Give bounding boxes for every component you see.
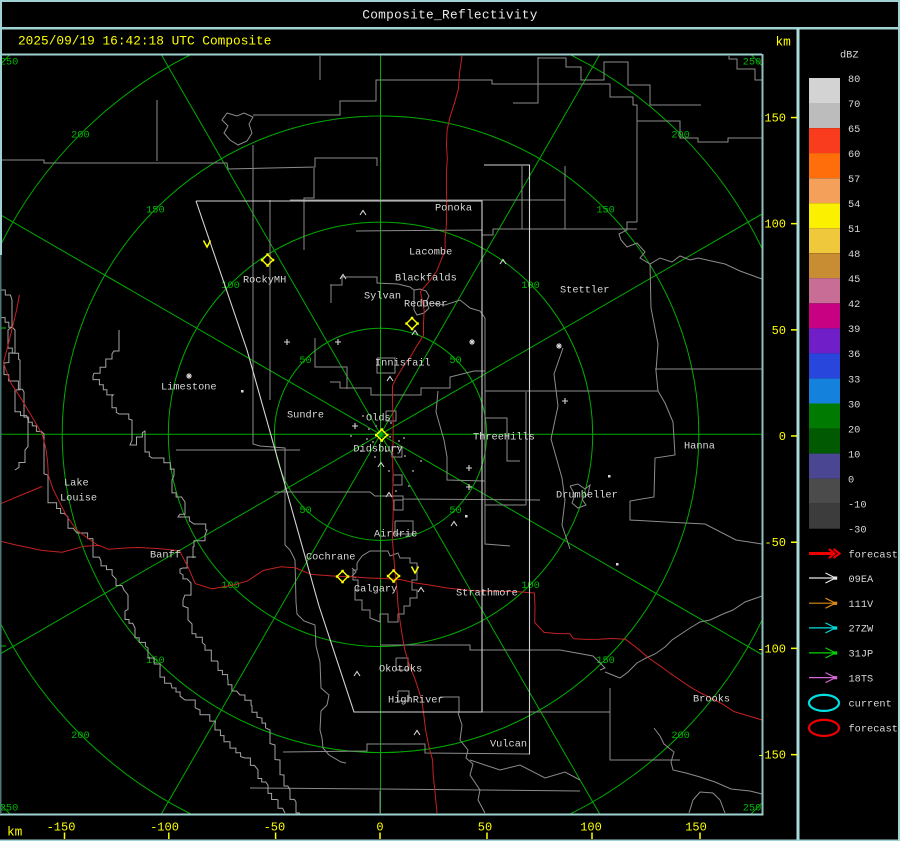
svg-text:200: 200 — [71, 130, 90, 142]
svg-text:0: 0 — [779, 430, 786, 444]
svg-text:Didsbury: Didsbury — [353, 444, 402, 456]
svg-text:-100: -100 — [150, 821, 179, 835]
svg-text:150: 150 — [596, 655, 615, 667]
svg-text:200: 200 — [71, 730, 90, 742]
svg-text:0: 0 — [376, 821, 383, 835]
svg-text:250: 250 — [0, 57, 18, 69]
svg-text:ThreeHills: ThreeHills — [473, 432, 535, 444]
svg-text:Okotoks: Okotoks — [379, 664, 422, 676]
svg-text:0: 0 — [848, 474, 854, 486]
svg-text:57: 57 — [848, 174, 860, 186]
svg-text:150: 150 — [685, 821, 707, 835]
svg-text:65: 65 — [848, 124, 860, 136]
svg-text:Brooks: Brooks — [693, 694, 730, 706]
svg-text:10: 10 — [848, 449, 860, 461]
svg-text:Limestone: Limestone — [161, 382, 217, 394]
svg-text:250: 250 — [743, 803, 762, 815]
svg-text:100: 100 — [521, 280, 540, 292]
svg-text:100: 100 — [764, 218, 786, 232]
svg-text:forecast: forecast — [849, 724, 898, 736]
svg-text:Louise: Louise — [60, 493, 97, 505]
svg-text:09EA: 09EA — [849, 574, 875, 586]
svg-text:150: 150 — [596, 205, 615, 217]
svg-text:50: 50 — [449, 355, 461, 367]
svg-text:Olds: Olds — [366, 413, 391, 425]
svg-text:Lake: Lake — [64, 478, 89, 490]
svg-text:-10: -10 — [848, 500, 867, 512]
svg-text:150: 150 — [146, 655, 165, 667]
svg-text:RedDeer: RedDeer — [404, 299, 447, 311]
svg-text:-150: -150 — [757, 749, 786, 763]
svg-text:100: 100 — [521, 580, 540, 592]
svg-text:30: 30 — [848, 399, 860, 411]
svg-text:HighRiver: HighRiver — [388, 695, 444, 707]
svg-text:60: 60 — [848, 149, 860, 161]
svg-text:31JP: 31JP — [849, 649, 874, 661]
svg-text:2025/09/19 16:42:18 UTC Compos: 2025/09/19 16:42:18 UTC Composite — [18, 34, 271, 49]
svg-text:Composite_Reflectivity: Composite_Reflectivity — [362, 7, 538, 22]
svg-text:200: 200 — [671, 730, 690, 742]
svg-text:Cochrane: Cochrane — [306, 552, 355, 564]
svg-text:km: km — [776, 35, 792, 50]
svg-text:Banff: Banff — [150, 550, 181, 562]
svg-text:km: km — [7, 825, 23, 840]
svg-text:54: 54 — [848, 199, 860, 211]
svg-text:50: 50 — [449, 505, 461, 517]
svg-text:RockyMH: RockyMH — [243, 275, 286, 287]
svg-text:51: 51 — [848, 224, 860, 236]
svg-text:27ZW: 27ZW — [849, 624, 875, 636]
svg-text:50: 50 — [299, 505, 311, 517]
svg-text:36: 36 — [848, 349, 860, 361]
svg-text:current: current — [849, 699, 892, 711]
svg-text:250: 250 — [743, 57, 762, 69]
svg-text:48: 48 — [848, 249, 860, 261]
svg-text:50: 50 — [772, 324, 786, 338]
svg-text:50: 50 — [478, 821, 492, 835]
svg-text:Blackfalds: Blackfalds — [395, 273, 457, 285]
svg-text:-100: -100 — [757, 642, 786, 656]
svg-text:50: 50 — [299, 355, 311, 367]
svg-text:Strathmore: Strathmore — [456, 588, 518, 600]
svg-text:Lacombe: Lacombe — [409, 247, 452, 259]
svg-text:forecast: forecast — [849, 549, 898, 561]
svg-text:Calgary: Calgary — [354, 584, 397, 596]
svg-text:80: 80 — [848, 74, 860, 86]
svg-text:20: 20 — [848, 424, 860, 436]
svg-text:Sundre: Sundre — [287, 410, 324, 422]
svg-text:dBZ: dBZ — [840, 50, 859, 62]
svg-text:-30: -30 — [848, 525, 867, 537]
svg-text:-50: -50 — [264, 821, 286, 835]
svg-text:39: 39 — [848, 324, 860, 336]
svg-text:70: 70 — [848, 99, 860, 111]
svg-text:Sylvan: Sylvan — [364, 291, 401, 303]
svg-text:Vulcan: Vulcan — [490, 739, 527, 751]
svg-text:100: 100 — [580, 821, 602, 835]
svg-text:150: 150 — [146, 205, 165, 217]
svg-text:Airdrie: Airdrie — [374, 529, 417, 541]
svg-text:200: 200 — [671, 130, 690, 142]
svg-text:Stettler: Stettler — [560, 285, 609, 297]
svg-text:-150: -150 — [47, 821, 76, 835]
svg-text:Innisfail: Innisfail — [375, 358, 431, 370]
svg-text:150: 150 — [764, 112, 786, 126]
svg-text:111V: 111V — [849, 599, 875, 611]
svg-text:250: 250 — [0, 803, 18, 815]
svg-text:18TS: 18TS — [849, 673, 874, 685]
svg-text:33: 33 — [848, 374, 860, 386]
svg-text:42: 42 — [848, 299, 860, 311]
svg-text:Hanna: Hanna — [684, 441, 715, 453]
svg-text:45: 45 — [848, 274, 860, 286]
svg-text:-50: -50 — [764, 536, 786, 550]
svg-text:Drumheller: Drumheller — [556, 490, 618, 502]
svg-text:Ponoka: Ponoka — [435, 203, 472, 215]
